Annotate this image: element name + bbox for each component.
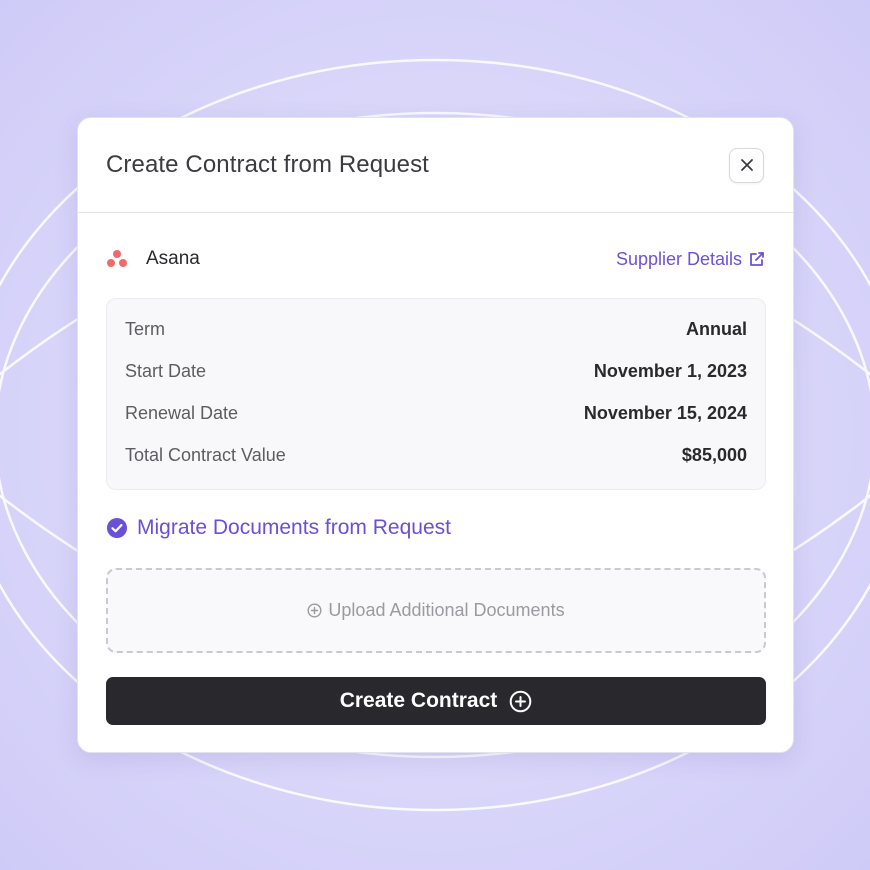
detail-row-total-value: Total Contract Value $85,000: [125, 445, 747, 487]
create-contract-modal: Create Contract from Request Asana Suppl…: [77, 117, 794, 753]
create-contract-label: Create Contract: [339, 689, 498, 712]
start-date-value: November 1, 2023: [593, 361, 747, 381]
close-icon: [740, 158, 754, 172]
plus-circle-icon: [307, 603, 322, 618]
create-contract-button[interactable]: Create Contract: [106, 677, 766, 725]
upload-documents-label: Upload Additional Documents: [328, 600, 565, 620]
supplier-info: Asana: [106, 248, 200, 270]
total-value-label: Total Contract Value: [125, 445, 286, 465]
upload-documents-dropzone[interactable]: Upload Additional Documents: [106, 568, 766, 653]
check-circle-icon: [106, 517, 128, 539]
supplier-name: Asana: [146, 248, 200, 269]
term-label: Term: [125, 319, 165, 339]
total-value-value: $85,000: [681, 445, 747, 465]
detail-row-start-date: Start Date November 1, 2023: [125, 361, 747, 403]
contract-details-box: Term Annual Start Date November 1, 2023 …: [106, 298, 766, 490]
renewal-date-label: Renewal Date: [125, 403, 239, 423]
external-link-icon: [749, 251, 765, 267]
supplier-details-label: Supplier Details: [615, 248, 742, 269]
detail-row-renewal-date: Renewal Date November 15, 2024: [125, 403, 747, 445]
migrate-documents-checkbox[interactable]: Migrate Documents from Request: [106, 516, 451, 540]
plus-circle-icon: [509, 690, 532, 713]
asana-logo-icon: [106, 249, 128, 269]
term-value: Annual: [686, 319, 747, 339]
close-button[interactable]: [729, 147, 764, 183]
start-date-label: Start Date: [125, 361, 207, 381]
modal-title: Create Contract from Request: [106, 151, 429, 178]
supplier-details-link[interactable]: Supplier Details: [616, 249, 765, 270]
supplier-row: Asana Supplier Details: [106, 246, 765, 272]
detail-row-term: Term Annual: [125, 319, 747, 361]
modal-header: Create Contract from Request: [78, 118, 793, 213]
renewal-date-value: November 15, 2024: [583, 403, 747, 423]
migrate-documents-label: Migrate Documents from Request: [137, 516, 451, 539]
